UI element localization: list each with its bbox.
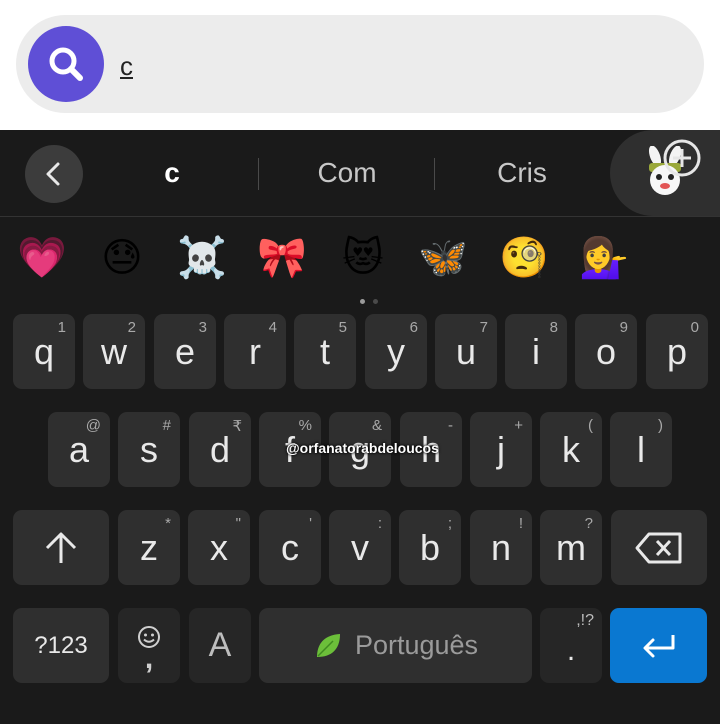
key-u[interactable]: 7u <box>435 314 497 389</box>
key-label: q <box>33 331 55 372</box>
key-c[interactable]: ' c <box>259 510 321 585</box>
add-emoji-icon[interactable] <box>660 136 704 180</box>
page-dot-active <box>360 299 365 304</box>
key-o[interactable]: 9o <box>575 314 637 389</box>
key-label: k <box>562 429 580 470</box>
emoji-key[interactable]: , <box>118 608 180 683</box>
shift-arrow-icon <box>45 532 77 563</box>
key-e[interactable]: 3e <box>154 314 216 389</box>
period-key-sub: ,!? <box>576 612 594 629</box>
leaf-icon <box>316 633 340 657</box>
search-bar[interactable]: c <box>16 15 704 113</box>
key-label: s <box>140 429 158 470</box>
key-label: b <box>419 527 441 568</box>
case-key[interactable]: A <box>189 608 251 683</box>
space-key[interactable]: Português <box>259 608 532 683</box>
butterfly-icon[interactable]: 🦋 <box>413 230 473 286</box>
case-key-label: A <box>208 626 232 664</box>
key-z[interactable]: * z <box>118 510 180 585</box>
key-label: x <box>210 527 228 568</box>
key-i[interactable]: 8i <box>505 314 567 389</box>
key-j[interactable]: + j <box>470 412 532 487</box>
divider <box>0 216 720 217</box>
key-label: a <box>68 429 90 470</box>
back-button[interactable] <box>25 145 83 203</box>
suggestion-divider <box>258 158 259 190</box>
key-label: m <box>556 527 586 568</box>
backspace-icon <box>635 532 682 563</box>
suggestion-2[interactable]: Com <box>272 157 422 189</box>
key-t[interactable]: 5t <box>294 314 356 389</box>
key-label: p <box>666 331 688 372</box>
suggestion-strip: c Com Cris <box>0 130 720 216</box>
key-w[interactable]: 2w <box>83 314 145 389</box>
comma-label: , <box>144 642 154 675</box>
period-key[interactable]: ,!? . <box>540 608 602 683</box>
symbols-key[interactable]: ?123 <box>13 608 109 683</box>
key-k[interactable]: (k <box>540 412 602 487</box>
key-n[interactable]: ! n <box>470 510 532 585</box>
key-label: d <box>209 429 231 470</box>
shift-key[interactable] <box>13 510 109 585</box>
key-label: n <box>490 527 512 568</box>
suggestion-3[interactable]: Cris <box>447 157 597 189</box>
key-label: t <box>319 331 330 372</box>
search-input[interactable]: c <box>120 51 133 82</box>
monocle-face-icon[interactable]: 🧐 <box>494 230 554 286</box>
key-p[interactable]: 0p <box>646 314 708 389</box>
key-label: l <box>637 429 645 470</box>
key-label: v <box>351 527 369 568</box>
key-l[interactable]: ) l <box>610 412 672 487</box>
key-label: i <box>532 331 540 372</box>
key-r[interactable]: 4r <box>224 314 286 389</box>
chevron-left-icon <box>46 162 60 186</box>
watermark: @orfanatorabdeloucos <box>286 440 439 456</box>
key-m[interactable]: ? m <box>540 510 602 585</box>
heart-icon[interactable]: 💗 <box>12 230 72 286</box>
emoji-row: 💗 😓 ☠️ 🎀 😻 🦋 🧐 💁‍♀️ <box>0 230 720 286</box>
search-icon <box>49 47 83 81</box>
enter-icon <box>643 634 674 657</box>
keyboard: c Com Cris 💗 😓 ☠️ 🎀 😻 🦋 🧐 💁‍♀️ 1q2w3e4r5t6y7u8i… <box>0 130 720 724</box>
key-label: j <box>497 429 505 470</box>
search-button[interactable] <box>28 26 104 102</box>
backspace-key[interactable] <box>611 510 707 585</box>
key-label: u <box>455 331 477 372</box>
key-q[interactable]: 1q <box>13 314 75 389</box>
key-s[interactable]: # s <box>118 412 180 487</box>
space-key-label: Português <box>354 630 479 660</box>
key-label: o <box>595 331 617 372</box>
key-label: c <box>281 527 299 568</box>
skull-crossbones-icon[interactable]: ☠️ <box>172 230 232 286</box>
key-b[interactable]: ; b <box>399 510 461 585</box>
key-a[interactable]: @ a <box>48 412 110 487</box>
key-y[interactable]: 6y <box>365 314 427 389</box>
key-label: z <box>140 527 158 568</box>
key-x[interactable]: " x <box>188 510 250 585</box>
suggestion-1[interactable]: c <box>97 157 247 189</box>
key-label: w <box>101 331 127 372</box>
period-key-label: . <box>566 634 576 667</box>
sad-sweat-face-icon[interactable]: 😓 <box>92 230 152 286</box>
person-tipping-hand-icon[interactable]: 💁‍♀️ <box>574 230 634 286</box>
symbols-key-label: ?123 <box>34 631 88 659</box>
ribbon-icon[interactable]: 🎀 <box>252 230 312 286</box>
search-area: c <box>0 0 720 130</box>
key-label: y <box>387 331 405 372</box>
page-dot <box>373 299 378 304</box>
page-indicator <box>356 291 382 309</box>
key-label: r <box>249 331 261 372</box>
key-d[interactable]: ₹ d <box>189 412 251 487</box>
key-label: e <box>174 331 196 372</box>
enter-key[interactable] <box>610 608 707 683</box>
key-v[interactable]: :v <box>329 510 391 585</box>
heart-eyes-cat-icon[interactable]: 😻 <box>333 230 393 286</box>
suggestion-divider <box>434 158 435 190</box>
